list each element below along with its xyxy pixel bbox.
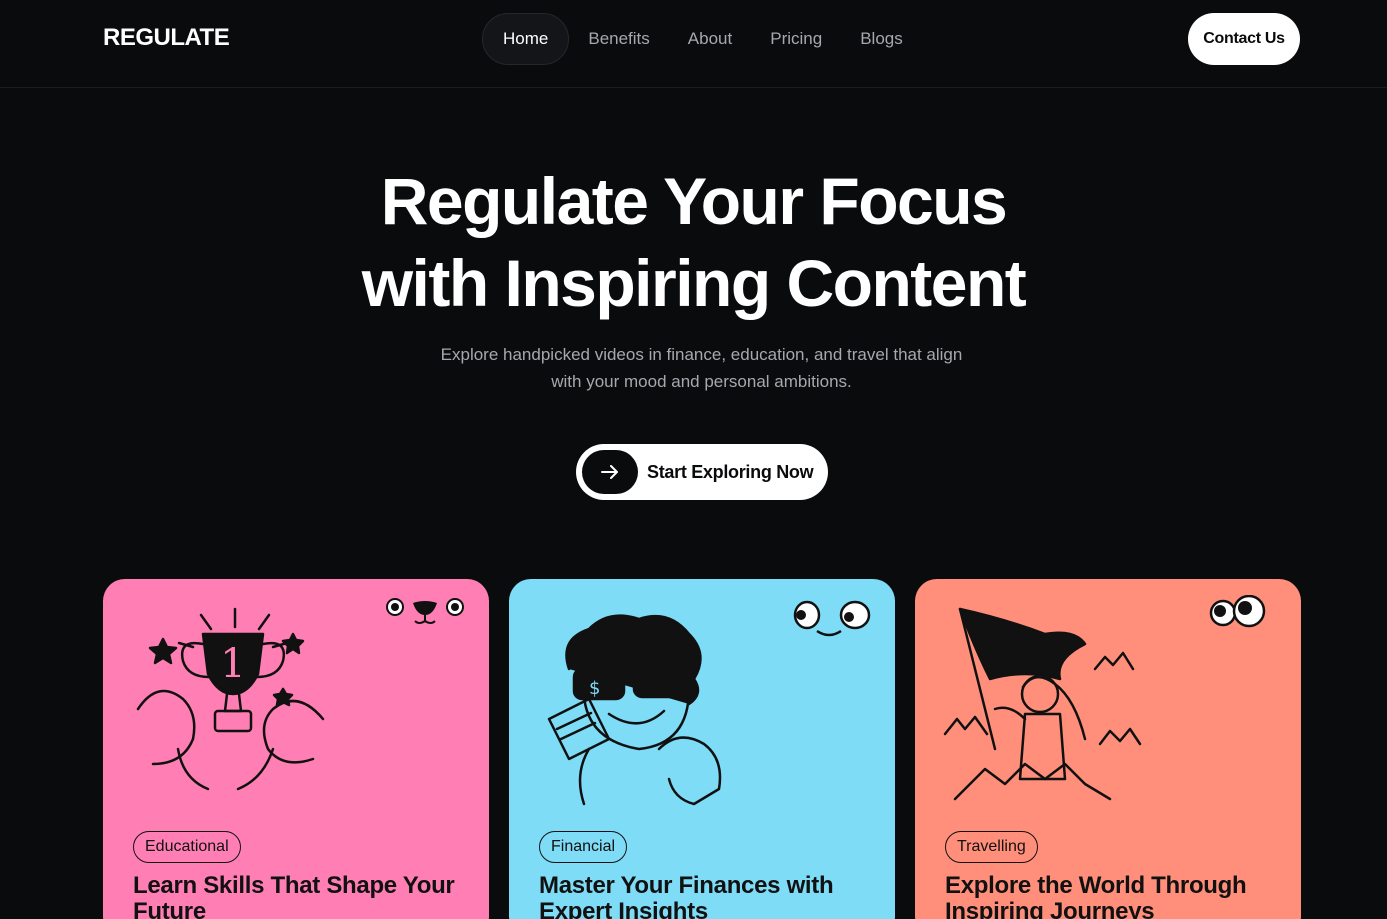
wide-eyes-icon — [1209, 595, 1266, 628]
brand-logo[interactable]: REGULATE — [103, 24, 230, 52]
hero-subtitle-line-2: with your mood and personal ambitions. — [551, 372, 852, 391]
hero-subtitle-line-1: Explore handpicked videos in finance, ed… — [440, 345, 963, 364]
card-travelling[interactable]: Travelling Explore the World Through Ins… — [915, 579, 1301, 919]
card-title-financial[interactable]: Master Your Finances with Expert Insight… — [539, 873, 879, 919]
googly-eyes-icon — [793, 600, 871, 637]
nav-menu: Home Benefits About Pricing Blogs — [482, 13, 922, 65]
card-title-travelling[interactable]: Explore the World Through Inspiring Jour… — [945, 873, 1285, 919]
top-navbar: REGULATE Home Benefits About Pricing Blo… — [0, 0, 1387, 88]
hero-title: Regulate Your Focus with Inspiring Conte… — [0, 160, 1387, 324]
trophy-icon: 1 — [136, 607, 325, 791]
svg-text:1: 1 — [220, 641, 245, 687]
nav-item-benefits[interactable]: Benefits — [569, 13, 668, 65]
card-educational[interactable]: 1 Educational Learn Skills That Shape Yo… — [103, 579, 489, 919]
arrow-right-icon — [582, 450, 638, 494]
nav-item-about[interactable]: About — [669, 13, 751, 65]
hero-subtitle: Explore handpicked videos in finance, ed… — [418, 341, 985, 395]
nav-item-home[interactable]: Home — [482, 13, 570, 65]
card-title-educational[interactable]: Learn Skills That Shape Your Future — [133, 873, 473, 919]
money-character-icon: $ — [547, 614, 722, 806]
card-financial[interactable]: $ Financial Master Your Finances with Ex… — [509, 579, 895, 919]
start-exploring-button[interactable]: Start Exploring Now — [576, 444, 828, 500]
flag-explorer-icon — [943, 607, 1142, 801]
tag-financial[interactable]: Financial — [539, 831, 628, 863]
bear-face-icon — [386, 598, 464, 624]
start-exploring-label: Start Exploring Now — [647, 461, 814, 482]
nav-item-blogs[interactable]: Blogs — [841, 13, 922, 65]
hero-title-line-1: Regulate Your Focus — [380, 164, 1008, 238]
nav-item-pricing[interactable]: Pricing — [751, 13, 841, 65]
tag-educational[interactable]: Educational — [133, 831, 241, 863]
svg-text:$: $ — [589, 678, 600, 699]
hero-title-line-2: with Inspiring Content — [361, 246, 1027, 320]
tag-travelling[interactable]: Travelling — [945, 831, 1038, 863]
contact-us-button[interactable]: Contact Us — [1188, 13, 1300, 65]
